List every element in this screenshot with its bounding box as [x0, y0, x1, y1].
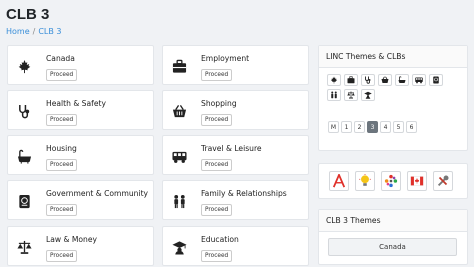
theme-filter-housing[interactable]	[395, 74, 409, 86]
theme-card-education[interactable]: Education Proceed	[162, 226, 309, 266]
theme-card-title: Government & Community	[46, 189, 149, 198]
pager-item-m[interactable]: M	[328, 121, 339, 133]
pager-item-3-active[interactable]: 3	[367, 121, 378, 133]
letter-a-icon	[332, 174, 346, 188]
theme-filter-education[interactable]	[361, 89, 375, 101]
briefcase-icon	[172, 59, 187, 73]
people-icon	[331, 91, 337, 99]
proceed-button[interactable]: Proceed	[201, 114, 233, 126]
theme-filter-law-money[interactable]	[344, 89, 358, 101]
theme-card-law-money[interactable]: Law & Money Proceed	[7, 226, 154, 266]
graduation-cap-icon	[172, 241, 187, 255]
graduation-cap-icon	[364, 91, 372, 99]
theme-card-title: Law & Money	[46, 235, 98, 244]
theme-filter-health-safety[interactable]	[361, 74, 375, 86]
bathtub-icon	[398, 76, 406, 83]
linc-themes-panel-title: LINC Themes & CLBs	[319, 46, 467, 68]
theme-card-canada[interactable]: Canada Proceed	[7, 45, 154, 85]
theme-filter-family-relationships[interactable]	[327, 89, 341, 101]
theme-filter-canada[interactable]	[327, 74, 341, 86]
stethoscope-icon	[365, 76, 371, 84]
bus-icon	[415, 77, 423, 84]
breadcrumb-home[interactable]: Home	[6, 27, 30, 36]
theme-card-title: Travel & Leisure	[201, 144, 262, 153]
theme-card-employment[interactable]: Employment Proceed	[162, 45, 309, 85]
pager-item-2[interactable]: 2	[354, 121, 365, 133]
tools-icon	[437, 175, 449, 187]
theme-filter-government-community[interactable]	[429, 74, 443, 86]
clb-themes-panel-title: CLB 3 Themes	[319, 210, 467, 232]
theme-card-government-community[interactable]: Government & Community Proceed	[7, 180, 154, 220]
proceed-button[interactable]: Proceed	[201, 69, 233, 81]
pager-item-6[interactable]: 6	[406, 121, 417, 133]
proceed-button[interactable]: Proceed	[46, 114, 78, 126]
pager-item-5[interactable]: 5	[393, 121, 404, 133]
resource-logos-panel	[318, 163, 468, 199]
theme-card-title: Shopping	[201, 99, 237, 108]
passport-icon	[433, 76, 439, 84]
proceed-button[interactable]: Proceed	[46, 204, 78, 216]
proceed-button[interactable]: Proceed	[201, 250, 233, 262]
proceed-button[interactable]: Proceed	[46, 250, 78, 262]
logo-button-tools[interactable]	[433, 171, 453, 191]
theme-button-canada[interactable]: Canada	[328, 238, 457, 256]
lightbulb-icon	[359, 174, 371, 186]
balance-scale-icon	[17, 240, 32, 254]
bathtub-icon	[17, 149, 32, 164]
page-title: CLB 3	[6, 6, 50, 23]
passport-icon	[19, 194, 30, 209]
logo-button-flag[interactable]	[407, 171, 427, 191]
pinwheel-icon	[384, 174, 398, 188]
shopping-basket-icon	[172, 105, 187, 118]
proceed-button[interactable]: Proceed	[46, 69, 78, 81]
people-icon	[174, 194, 185, 209]
breadcrumb-current[interactable]: CLB 3	[38, 27, 61, 36]
linc-themes-panel: LINC Themes & CLBs M 1 2 3 4 5 6	[318, 45, 468, 151]
clb-themes-panel: CLB 3 Themes Canada	[318, 209, 468, 265]
theme-card-title: Education	[201, 235, 239, 244]
theme-filter-travel-leisure[interactable]	[412, 74, 426, 86]
theme-card-family-relationships[interactable]: Family & Relationships Proceed	[162, 180, 309, 220]
theme-icon-grid	[319, 68, 467, 101]
bus-icon	[172, 151, 187, 163]
pager-item-4[interactable]: 4	[380, 121, 391, 133]
shopping-basket-icon	[381, 76, 389, 83]
briefcase-icon	[347, 76, 355, 84]
logo-button-pinwheel[interactable]	[381, 171, 401, 191]
canada-flag-icon	[410, 176, 424, 186]
theme-card-title: Health & Safety	[46, 99, 106, 108]
maple-leaf-icon	[18, 59, 31, 74]
maple-leaf-icon	[330, 76, 338, 84]
clb-pager: M 1 2 3 4 5 6	[328, 121, 417, 133]
theme-card-title: Family & Relationships	[201, 189, 287, 198]
pager-item-1[interactable]: 1	[341, 121, 352, 133]
proceed-button[interactable]: Proceed	[201, 159, 233, 171]
proceed-button[interactable]: Proceed	[201, 204, 233, 216]
logo-button-a[interactable]	[329, 171, 349, 191]
theme-card-title: Canada	[46, 54, 75, 63]
theme-card-title: Employment	[201, 54, 250, 63]
stethoscope-icon	[19, 104, 30, 119]
breadcrumb-separator: /	[32, 27, 36, 36]
proceed-button[interactable]: Proceed	[46, 159, 78, 171]
theme-filter-shopping[interactable]	[378, 74, 392, 86]
theme-card-housing[interactable]: Housing Proceed	[7, 135, 154, 175]
balance-scale-icon	[347, 91, 355, 99]
theme-card-travel-leisure[interactable]: Travel & Leisure Proceed	[162, 135, 309, 175]
theme-card-health-safety[interactable]: Health & Safety Proceed	[7, 90, 154, 130]
theme-card-shopping[interactable]: Shopping Proceed	[162, 90, 309, 130]
theme-card-title: Housing	[46, 144, 77, 153]
theme-filter-employment[interactable]	[344, 74, 358, 86]
breadcrumb: Home / CLB 3	[6, 27, 62, 36]
logo-button-lightbulb[interactable]	[355, 171, 375, 191]
